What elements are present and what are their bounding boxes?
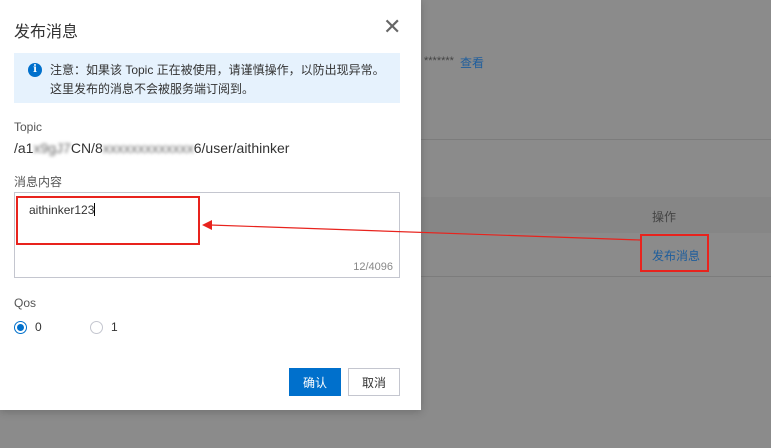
annotation-arrow	[202, 220, 641, 241]
